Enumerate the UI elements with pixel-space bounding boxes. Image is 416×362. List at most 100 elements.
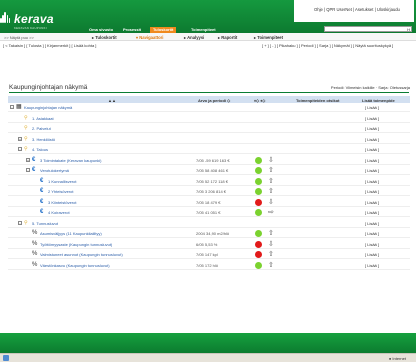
row-name-link[interactable]: 2 Yhteisöverot [48,189,74,194]
kerava-logo-icon [0,12,11,23]
row-name-link[interactable]: Valmistuneet asunnot (Kaupungin tunnuslu… [40,252,123,257]
add-action-link[interactable]: [ Lisää ] [365,168,379,173]
subnav-toimenpiteet[interactable]: ▸ Toimenpiteet [254,35,283,40]
add-action-link[interactable]: [ Lisää ] [365,231,379,236]
title-divider [9,92,409,93]
status-indicator-icon [255,177,262,185]
table-row: €4 Koiraverot 7/05 41 051 € ⇨ [ Lisää ] [8,208,410,217]
table-row: €1 Kunnallisverot 7/05 52 172 118 € ⇧ [ Lis… [8,177,410,186]
add-header: Lisää toimenpide [362,97,395,103]
period-selector[interactable]: Periodi: Viimeisin kaikille · Sarja: Ole… [331,85,410,90]
row-value: 6/05 5,53 % [196,241,218,247]
status-indicator-icon [255,240,262,248]
browser-status-bar: ● Internet [0,353,416,362]
euro-icon: € [40,188,44,194]
table-row: ⚲ 1. Asiakkaat [ Lisää ] [8,114,410,123]
show-tree-link[interactable]: >> Näytä puu >> [4,35,34,40]
collapse-toggle[interactable]: - [26,168,30,172]
trend-arrow-icon: ⇧ [268,261,274,269]
row-name-link[interactable]: Verotulokertymä [40,168,69,173]
euro-icon: € [32,167,36,173]
subnav-raportit[interactable]: ▸ Raportit [218,35,237,40]
add-action-link[interactable]: [ Lisää ] [365,137,379,142]
status-indicator-icon [255,198,262,206]
top-links: Ohje | QPR UserNet | Asetukset | Uloskir… [294,0,414,22]
row-value: 7/05 52 172 118 € [196,178,228,184]
add-action-link[interactable]: [ Lisää ] [365,200,379,205]
name-sort-header[interactable]: ▲▲ [108,98,116,103]
add-action-link[interactable]: [ Lisää ] [365,179,379,184]
table-row: - ⚲ 4. Talous [ Lisää ] [8,145,410,154]
status-indicator-icon [255,230,262,237]
percent-icon: % [32,251,38,257]
row-name-link[interactable]: 3 Kiinteistöverot [48,200,76,205]
top-links-text[interactable]: Ohje | QPR UserNet | Asetukset | Uloskir… [314,7,400,12]
row-name-link[interactable]: Kaupunginjohtajan näkymä [24,105,72,110]
row-name-link[interactable]: 4. Talous [32,147,48,152]
row-name-link[interactable]: 1 Kunnallisverot [48,179,76,184]
add-action-link[interactable]: [ Lisää ] [365,221,379,226]
status-indicator-icon [255,261,262,269]
sub-navigation: >> Näytä puu >> ▸ Tuloskortit ▾ Navigaat… [0,33,416,41]
table-row: + €3 Toimintakate (Keravan kaupunki) 7/05 … [8,156,410,165]
add-action-link[interactable]: [ Lisää ] [365,189,379,194]
table-row: - ⚲ 5. Tunnusluvut [ Lisää ] [8,219,410,228]
row-name-link[interactable]: 1. Asiakkaat [32,116,54,121]
subnav-navigaattori[interactable]: ▾ Navigaattori [136,35,163,40]
zone-indicator: ● Internet [388,355,406,361]
trend-arrow-icon: ⇩ [268,198,274,206]
toolbar-left-links[interactable]: [ < Takaisin ] [ Tulosta ] [ Kirjanmerki… [3,43,96,48]
collapse-toggle[interactable]: - [10,105,14,109]
table-row: €3 Kiinteistöverot 7/05 18 479 € ⇩ [ Lisää … [8,198,410,207]
add-action-link[interactable]: [ Lisää ] [365,126,379,131]
logo-tagline: KERAVAN KAUPUNKI [14,26,47,30]
expand-toggle[interactable]: + [26,157,30,162]
table-row: % Asumisväljyys (11 Kaupunkilaiiltyy) 2004… [8,229,410,238]
status-header[interactable]: ♦◇ ♦◇ [254,98,265,103]
subnav-tuloskortit[interactable]: ▸ Tuloskortit [92,35,117,40]
row-name-link[interactable]: 3. Henkilöstö [32,137,55,142]
percent-icon: % [32,230,38,236]
row-value: 7/05 58 408 461 € [196,168,229,173]
trend-arrow-icon: ⇧ [268,188,274,195]
euro-icon: € [40,177,44,184]
status-indicator-icon [255,167,262,174]
percent-icon: % [32,240,38,247]
binoculars-icon: ⚲ [24,135,28,142]
logo-text: kerava [14,12,54,26]
toolbar-right-links[interactable]: [ + ] [ - ] [ Pikahaku ] [ Periodi ] [ S… [262,43,393,48]
row-name-link[interactable]: Väestönkasvu (Kaupungin tunnusluvut) [40,263,110,268]
row-value: 7/05 147 kpl [196,252,218,257]
collapse-toggle[interactable]: - [18,147,22,151]
add-action-link[interactable]: [ Lisää ] [365,210,379,215]
table-header: ▲▲ Arvo ja periodi ◇ ♦◇ ♦◇ Toimenpiteide… [8,96,410,103]
expand-toggle[interactable]: + [18,136,22,141]
add-action-link[interactable]: [ Lisää ] [365,242,379,247]
binoculars-icon: ⚲ [24,114,28,121]
value-header[interactable]: Arvo ja periodi ◇ [198,98,230,103]
row-value: 7/05 18 479 € [196,199,221,205]
add-action-link[interactable]: [ Lisää ] [365,263,379,268]
row-name-link[interactable]: Asumisväljyys (11 Kaupunkilaiiltyy) [40,231,102,236]
subnav-toimenpiteet-label: Toimenpiteet [257,34,284,40]
add-action-link[interactable]: [ Lisää ] [365,116,379,121]
add-action-link[interactable]: [ Lisää ] [365,158,379,163]
table-row: - ▦ Kaupunginjohtajan näkymä [ Lisää ] [8,103,410,112]
search-hint: H [407,26,410,32]
search-input[interactable]: H [324,26,412,32]
subnav-tuloskortit-label: Tuloskortit [95,34,117,40]
row-name-link[interactable]: 3 Toimintakate (Keravan kaupunki) [40,158,102,163]
status-indicator-icon [255,209,262,216]
table-row: ⚲ 2. Palvelut [ Lisää ] [8,124,410,133]
row-name-link[interactable]: Työttömyysaste (Kaupungin tunnusluvut) [40,242,112,247]
status-indicator-icon [255,251,262,258]
add-action-link[interactable]: [ Lisää ] [365,252,379,257]
row-name-link[interactable]: 2. Palvelut [32,126,51,131]
app-header: kerava KERAVAN KAUPUNKI Ohje | QPR UserN… [0,0,416,33]
add-action-link[interactable]: [ Lisää ] [365,105,379,110]
subnav-analyysi[interactable]: ▸ Analyysi [184,35,204,40]
add-action-link[interactable]: [ Lisää ] [365,147,379,152]
row-name-link[interactable]: 4 Koiraverot [48,210,70,215]
row-name-link[interactable]: 5. Tunnusluvut [32,221,58,226]
collapse-toggle[interactable]: - [18,220,22,225]
